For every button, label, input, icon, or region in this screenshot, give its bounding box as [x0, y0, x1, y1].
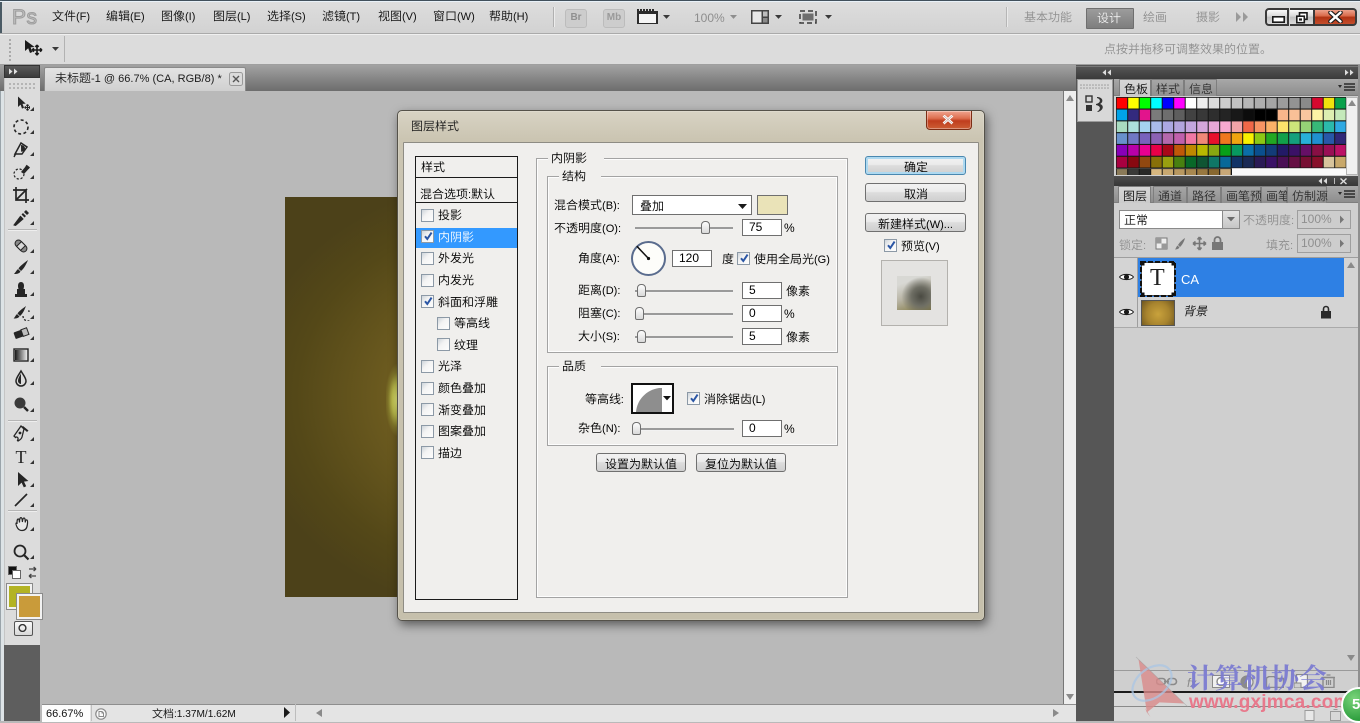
svg-text:T: T: [16, 448, 27, 466]
